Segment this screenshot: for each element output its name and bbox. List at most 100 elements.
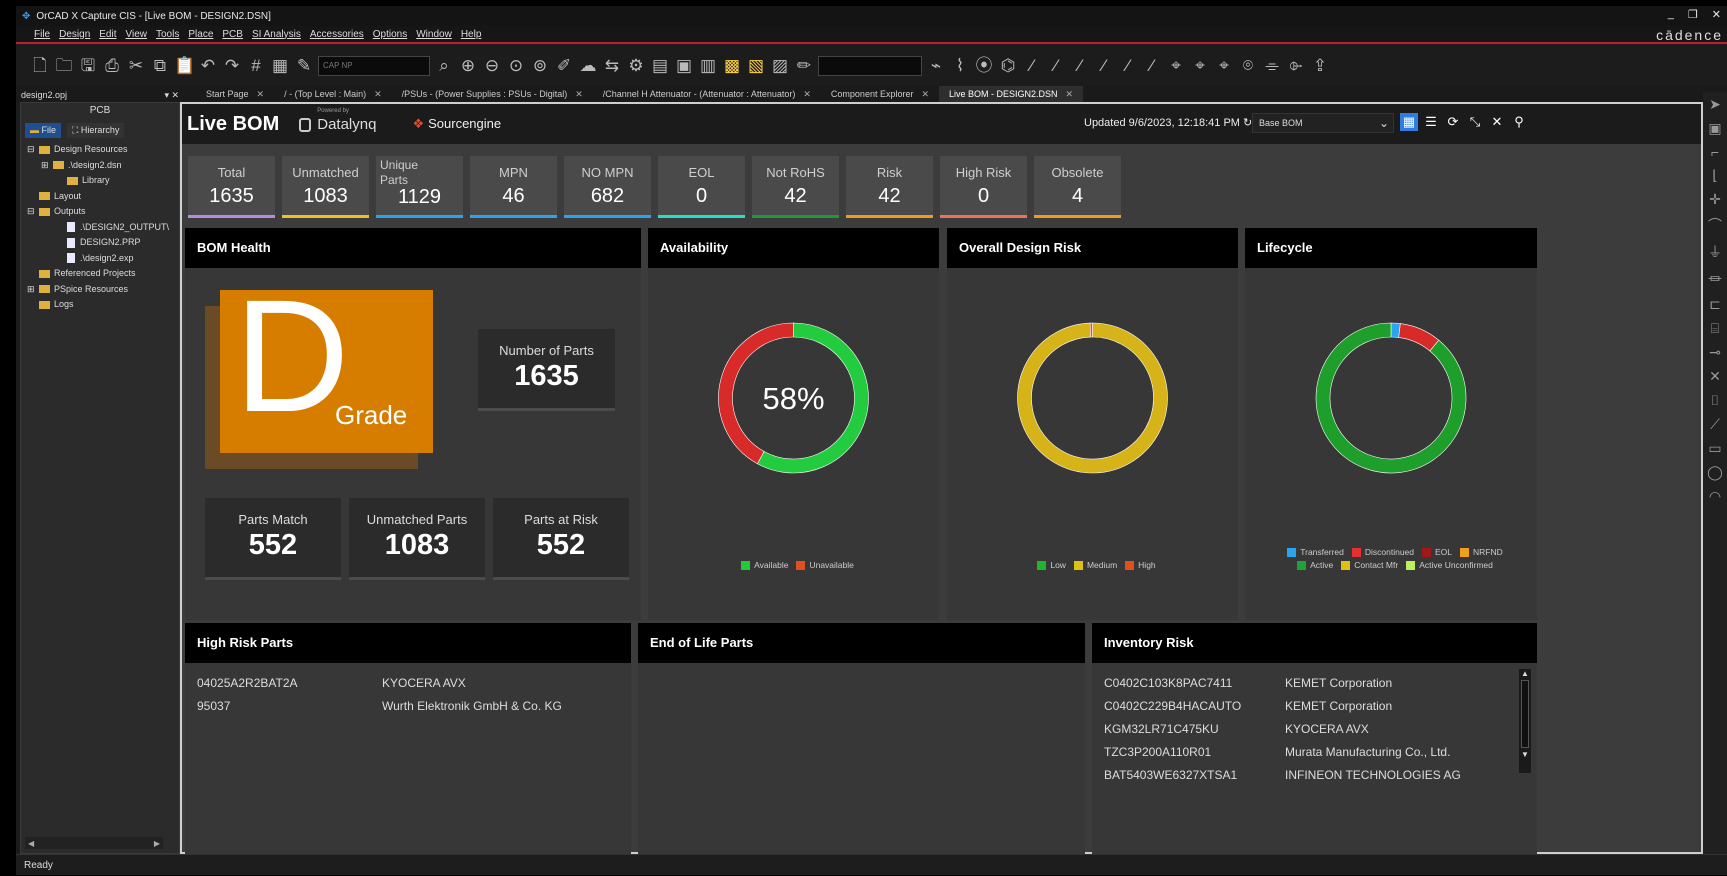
place-bus-icon[interactable]: ⌊ (1712, 167, 1717, 184)
collapse-icon[interactable]: ⤡ (1466, 113, 1484, 131)
toolbar-dropdown[interactable] (818, 56, 922, 76)
redo-icon[interactable]: ↷ (222, 56, 242, 76)
menu-si-analysis[interactable]: SI Analysis (252, 29, 301, 40)
netlist-icon[interactable]: ⚙ (626, 56, 646, 76)
close-icon[interactable]: ✕ (257, 89, 265, 99)
menu-edit[interactable]: Edit (99, 29, 116, 40)
component-explorer-icon[interactable]: ▧ (746, 56, 766, 76)
place-wire-tool-icon[interactable]: ⌐ (1711, 144, 1719, 160)
place-hier-block-icon[interactable]: ⌸ (1711, 320, 1719, 337)
legend-item[interactable]: EOL (1414, 547, 1452, 558)
kpi-card[interactable]: NO MPN 682 (564, 156, 651, 218)
minimize-button[interactable]: _ (1668, 8, 1674, 21)
cut-icon[interactable]: ✂ (126, 56, 146, 76)
copy-icon[interactable]: ⧉ (150, 56, 170, 76)
place-pin-icon[interactable]: ⊸ (1709, 344, 1721, 361)
tree-item[interactable]: Library (27, 173, 179, 189)
marker-vd-icon[interactable]: ⁄ (1094, 56, 1114, 76)
scroll-down-icon[interactable]: ▼ (1519, 750, 1531, 759)
tab-psus[interactable]: /PSUs - (Power Supplies : PSUs - Digital… (392, 86, 593, 102)
grid-view-icon[interactable]: ▦ (1400, 113, 1418, 131)
legend-item[interactable]: Available (733, 560, 788, 571)
scroll-right-icon[interactable]: ▶ (154, 839, 160, 848)
menu-file[interactable]: File (34, 29, 50, 40)
kpi-card[interactable]: High Risk 0 (940, 156, 1027, 218)
tab-top-level[interactable]: / - (Top Level : Main) ✕ (274, 86, 392, 102)
zoom-area-icon[interactable]: ⊙ (506, 56, 526, 76)
kpi-card[interactable]: Obsolete 4 (1034, 156, 1121, 218)
bom-icon[interactable]: ▤ (650, 56, 670, 76)
bias-i-icon[interactable]: ⌖ (1190, 56, 1210, 76)
place-net-alias-icon[interactable]: ⌒ (1708, 215, 1722, 235)
advanced-analysis-icon[interactable]: ⌾ (1238, 56, 1258, 76)
part-search-input[interactable]: CAP NP (318, 56, 430, 76)
pin-icon[interactable]: ✎ (294, 56, 314, 76)
close-icon[interactable]: ✕ (1488, 113, 1506, 131)
kpi-card[interactable]: EOL 0 (658, 156, 745, 218)
list-view-icon[interactable]: ☰ (1422, 113, 1440, 131)
tab-hierarchy[interactable]: ⛶ Hierarchy (67, 123, 125, 138)
marker-v-icon[interactable]: ⁄ (1022, 56, 1042, 76)
smoke-icon[interactable]: ⌯ (1262, 56, 1282, 76)
bom-select[interactable]: Base BOM ⌄ (1252, 113, 1394, 133)
horizontal-scrollbar[interactable]: ◀ ▶ (25, 837, 163, 849)
scroll-up-icon[interactable]: ▲ (1519, 669, 1531, 678)
menu-view[interactable]: View (126, 29, 148, 40)
kpi-card[interactable]: Risk 42 (846, 156, 933, 218)
kpi-card[interactable]: Unique Parts 1129 (376, 156, 463, 218)
close-icon[interactable]: ✕ (921, 89, 929, 99)
refresh-icon[interactable]: ↻ (1243, 117, 1252, 129)
kpi-card[interactable]: MPN 46 (470, 156, 557, 218)
legend-item[interactable]: Unavailable (788, 560, 854, 571)
tree-item[interactable]: ⊟ Outputs (27, 204, 179, 220)
close-icon[interactable]: ✕ (374, 89, 382, 99)
marker-i-icon[interactable]: ⁄ (1046, 56, 1066, 76)
menu-options[interactable]: Options (373, 29, 407, 40)
menu-window[interactable]: Window (416, 29, 452, 40)
scroll-thumb[interactable] (1521, 680, 1529, 748)
marker-id-icon[interactable]: ⁄ (1118, 56, 1138, 76)
tab-start-page[interactable]: Start Page ✕ (196, 86, 274, 102)
tree-item[interactable]: ⊞ PSpice Resources (27, 282, 179, 298)
tab-component-explorer[interactable]: Component Explorer ✕ (821, 86, 939, 102)
kpi-card[interactable]: Total 1635 (188, 156, 275, 218)
select-icon[interactable]: ➤ (1709, 96, 1721, 113)
report-icon[interactable]: ▥ (698, 56, 718, 76)
legend-item[interactable]: Transferred (1279, 547, 1344, 558)
zoom-all-icon[interactable]: ⊚ (530, 56, 550, 76)
close-button[interactable]: ✕ (1712, 8, 1721, 21)
expand-icon[interactable]: ⊞ (41, 158, 53, 174)
donut-slice-medium[interactable] (1017, 322, 1168, 474)
save-icon[interactable]: 🖫 (78, 56, 98, 76)
bias-p-icon[interactable]: ⌖ (1214, 56, 1234, 76)
highlight-icon[interactable]: ✐ (554, 56, 574, 76)
print-icon[interactable]: ⎙ (102, 56, 122, 76)
legend-item[interactable]: Medium (1066, 560, 1117, 571)
legend-item[interactable]: Contact Mfr (1333, 560, 1398, 571)
marker-pd-icon[interactable]: ⁄ (1142, 56, 1162, 76)
tree-item[interactable]: Referenced Projects (27, 266, 179, 282)
probe-icon[interactable]: ⦿ (974, 56, 994, 76)
annotate-icon[interactable]: ☁ (578, 56, 598, 76)
tree-item[interactable]: Layout (27, 189, 179, 205)
restore-button[interactable]: ❐ (1688, 8, 1698, 21)
tree-item[interactable]: Logs (27, 297, 179, 313)
table-row[interactable]: C0402C103K8PAC7411 KEMET Corporation (1104, 671, 1525, 694)
legend-item[interactable]: NRFND (1452, 547, 1503, 558)
menu-pcb[interactable]: PCB (222, 29, 243, 40)
donut-slice-active[interactable] (1315, 322, 1467, 474)
zoom-in-icon[interactable]: ⊕ (458, 56, 478, 76)
snap-icon[interactable]: ▦ (270, 56, 290, 76)
search-icon[interactable]: ⌕ (434, 56, 454, 76)
tab-channel-h[interactable]: /Channel H Attenuator - (Attenuator : At… (593, 86, 821, 102)
edit-part-icon[interactable]: ✏ (794, 56, 814, 76)
drc-icon[interactable]: ⇆ (602, 56, 622, 76)
place-arc-icon[interactable]: ◠ (1709, 488, 1721, 505)
grid-icon[interactable]: # (246, 56, 266, 76)
menu-help[interactable]: Help (461, 29, 482, 40)
place-wire-icon[interactable]: ⌁ (926, 56, 946, 76)
properties-icon[interactable]: ▨ (770, 56, 790, 76)
expand-icon[interactable]: ⊟ (27, 204, 39, 220)
open-folder-icon[interactable]: 🗀 (54, 56, 74, 76)
legend-item[interactable]: High (1117, 560, 1156, 571)
